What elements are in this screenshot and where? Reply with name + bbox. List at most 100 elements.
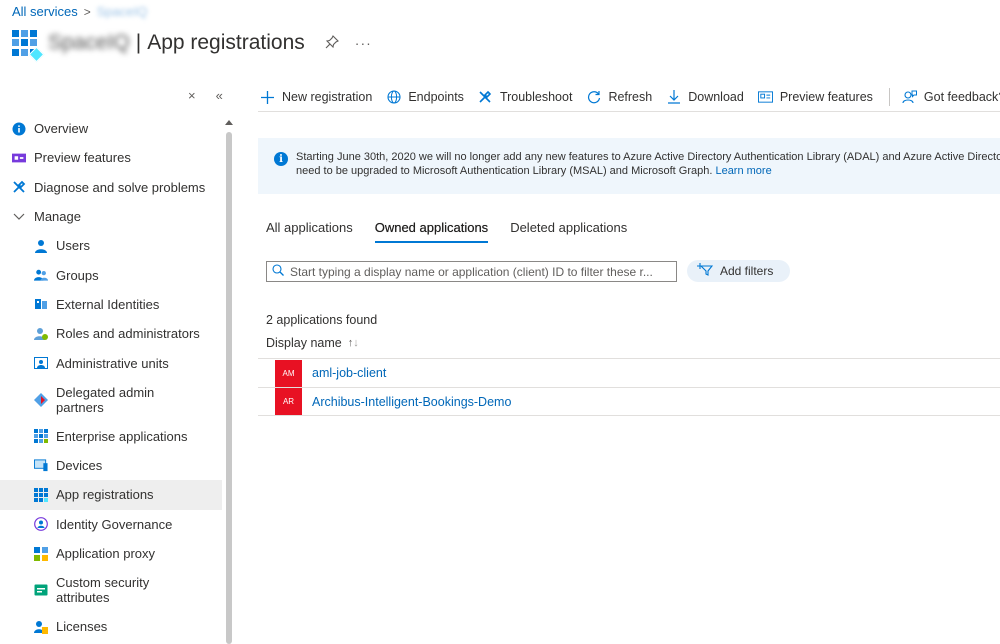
search-field[interactable]: [266, 261, 677, 282]
info-banner: i Starting June 30th, 2020 we will no lo…: [258, 138, 1000, 194]
sidebar-item-label: Application proxy: [56, 546, 155, 561]
external-identities-icon: [34, 297, 48, 311]
globe-icon: [386, 90, 401, 104]
breadcrumb-tenant[interactable]: SpaceIQ: [97, 4, 148, 19]
tab-owned-applications[interactable]: Owned applications: [374, 220, 489, 243]
breadcrumb: All services > SpaceIQ: [12, 4, 147, 19]
preview-features-button[interactable]: Preview features: [757, 90, 873, 104]
sidebar-item-groups[interactable]: Groups: [0, 260, 222, 289]
preview-features-label: Preview features: [779, 90, 873, 104]
page-title: SpaceIQ | App registrations: [48, 31, 305, 55]
tab-all-applications[interactable]: All applications: [266, 220, 353, 241]
sidebar-item-label: Delegated admin partners: [56, 384, 155, 415]
refresh-icon: [586, 90, 601, 104]
breadcrumb-all-services[interactable]: All services: [12, 4, 78, 19]
collapse-sidebar-icon[interactable]: «: [216, 88, 223, 103]
enterprise-apps-icon: [34, 429, 48, 444]
feedback-icon: [902, 90, 917, 104]
sidebar-item-roles[interactable]: Roles and administrators: [0, 319, 222, 348]
feedback-button[interactable]: Got feedback?: [902, 90, 1000, 104]
sidebar-item-app-registrations[interactable]: App registrations: [0, 480, 222, 510]
sidebar-item-label: Manage: [34, 209, 81, 225]
app-avatar: AM: [275, 359, 302, 387]
sidebar-item-label: Administrative units: [56, 355, 169, 371]
search-input[interactable]: [290, 264, 670, 279]
sidebar-item-label: Devices: [56, 458, 103, 474]
sidebar-scrollbar[interactable]: [224, 120, 234, 644]
sidebar-item-label: Preview features: [34, 150, 131, 166]
sidebar-item-devices[interactable]: Devices: [0, 451, 222, 480]
app-proxy-icon: [34, 546, 48, 561]
scroll-up-arrow-icon[interactable]: [225, 120, 233, 125]
learn-more-link[interactable]: Learn more: [715, 165, 771, 177]
admin-units-icon: [34, 356, 48, 370]
sidebar-item-overview[interactable]: Overview: [0, 114, 222, 143]
app-registrations-icon: [34, 487, 48, 502]
info-banner-text: Starting June 30th, 2020 we will no long…: [296, 150, 1000, 194]
download-label: Download: [688, 90, 744, 104]
tab-deleted-applications[interactable]: Deleted applications: [510, 220, 627, 241]
endpoints-button[interactable]: Endpoints: [386, 90, 464, 104]
table-row[interactable]: AR Archibus-Intelligent-Bookings-Demo: [258, 387, 1000, 416]
licenses-icon: [34, 620, 48, 634]
refresh-label: Refresh: [608, 90, 653, 104]
sidebar-item-label: External Identities: [56, 296, 160, 312]
feedback-label: Got feedback?: [923, 90, 1000, 104]
toolbar-divider: [888, 88, 890, 106]
filter-add-icon: [697, 263, 714, 279]
sidebar: × « Overview Preview features Diagnose a…: [0, 84, 236, 644]
search-icon: [272, 264, 284, 279]
sidebar-controls: × «: [188, 88, 223, 103]
table-row[interactable]: AM aml-job-client: [258, 358, 1000, 387]
sidebar-item-label: App registrations: [56, 487, 154, 503]
sidebar-item-diagnose[interactable]: Diagnose and solve problems: [0, 173, 222, 202]
sidebar-nav: Overview Preview features Diagnose and s…: [0, 114, 222, 641]
wrench-icon: [12, 180, 26, 194]
app-avatar: AR: [275, 388, 302, 415]
info-icon: [12, 122, 26, 136]
sidebar-item-administrative-units[interactable]: Administrative units: [0, 348, 222, 377]
banner-line-2: need to be upgraded to Microsoft Authent…: [296, 165, 713, 177]
sidebar-item-label: Overview: [34, 121, 89, 137]
download-button[interactable]: Download: [666, 90, 744, 104]
roles-icon: [34, 327, 48, 341]
sidebar-item-label: Custom security attributes: [56, 575, 150, 606]
app-name-link[interactable]: aml-job-client: [312, 366, 386, 380]
app-registrations-icon: [12, 30, 45, 63]
sidebar-item-custom-security-attributes[interactable]: Custom security attributes: [0, 568, 222, 612]
groups-icon: [34, 268, 48, 282]
sidebar-item-licenses[interactable]: Licenses: [0, 612, 222, 641]
refresh-button[interactable]: Refresh: [586, 90, 652, 104]
page-header: SpaceIQ | App registrations ···: [12, 30, 372, 63]
sidebar-item-external-identities[interactable]: External Identities: [0, 290, 222, 319]
sidebar-item-label: Roles and administrators: [56, 326, 200, 342]
sidebar-item-delegated-admin[interactable]: Delegated admin partners: [0, 378, 222, 422]
sidebar-item-label: Enterprise applications: [56, 428, 188, 444]
sidebar-item-label: Licenses: [56, 619, 108, 635]
custom-attributes-icon: [34, 583, 48, 597]
sidebar-item-application-proxy[interactable]: Application proxy: [0, 539, 222, 568]
sort-icon[interactable]: ↑↓: [348, 337, 359, 349]
troubleshoot-button[interactable]: Troubleshoot: [478, 90, 572, 104]
chevron-down-icon: [12, 210, 26, 224]
sidebar-item-enterprise-applications[interactable]: Enterprise applications: [0, 422, 222, 451]
close-icon[interactable]: ×: [188, 88, 196, 103]
tab-list: All applications Owned applications Dele…: [266, 220, 627, 243]
app-name-link[interactable]: Archibus-Intelligent-Bookings-Demo: [312, 395, 511, 409]
sidebar-item-identity-governance[interactable]: Identity Governance: [0, 510, 222, 539]
devices-icon: [34, 459, 48, 473]
sidebar-item-users[interactable]: Users: [0, 231, 222, 260]
sidebar-item-label: Identity Governance: [56, 516, 173, 532]
add-filters-button[interactable]: Add filters: [687, 260, 790, 282]
more-options-icon[interactable]: ···: [355, 35, 372, 51]
sidebar-item-preview-features[interactable]: Preview features: [0, 143, 222, 172]
column-header-display-name[interactable]: Display name ↑↓: [266, 336, 359, 350]
sidebar-group-manage[interactable]: Manage: [0, 202, 222, 231]
scrollbar-thumb[interactable]: [226, 132, 232, 644]
add-filters-label: Add filters: [720, 264, 774, 278]
identity-governance-icon: [34, 517, 48, 532]
info-icon: i: [274, 152, 288, 166]
new-registration-button[interactable]: New registration: [260, 90, 372, 104]
pin-icon[interactable]: [325, 34, 339, 52]
command-bar: New registration Endpoints Troubleshoot …: [260, 86, 1000, 108]
